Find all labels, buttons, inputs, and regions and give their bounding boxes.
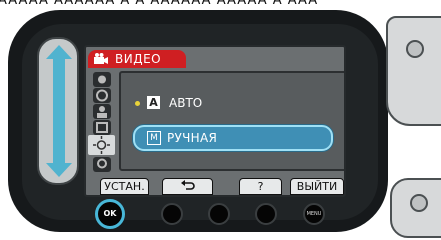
help-button[interactable]: ? (239, 178, 282, 195)
menu-item-label: АВТО (169, 96, 203, 110)
hinge-lower-plate (390, 178, 441, 238)
category-icons (86, 70, 117, 172)
scene-icon[interactable] (93, 72, 111, 87)
adjust-icon[interactable] (88, 135, 115, 155)
hardware-button-3[interactable] (208, 203, 230, 225)
back-button[interactable] (162, 178, 213, 195)
hardware-button-4[interactable] (255, 203, 277, 225)
menu-item-manual[interactable]: M РУЧНАЯ (133, 125, 333, 151)
soft-key-bar: УСТАН. ? ВЫЙТИ (86, 178, 344, 195)
return-arrow-icon (180, 180, 195, 190)
ok-button-label: OK (103, 209, 117, 218)
menu-item-auto[interactable]: A АВТО (135, 95, 315, 113)
mode-label: ВИДЕО (115, 52, 162, 66)
menu-button-label: MENU (306, 211, 322, 217)
manual-badge-icon: M (147, 131, 161, 145)
lcd-screen: ВИДЕО A АВТО M РУЧНАЯ УСТАН. ? ВЫЙТИ (84, 45, 346, 197)
hinge-upper-plate (386, 16, 441, 126)
hardware-button-2[interactable] (161, 203, 183, 225)
ok-button[interactable]: OK (95, 199, 125, 229)
person-icon[interactable] (93, 104, 111, 119)
filter-icon[interactable] (93, 157, 111, 172)
slider-track[interactable] (53, 53, 65, 171)
option-menu: A АВТО M РУЧНАЯ (119, 71, 344, 171)
screen-hinge (386, 0, 441, 240)
screw-icon (410, 194, 428, 212)
hardware-button-row: OK MENU (95, 198, 325, 229)
slider-down-arrow-icon[interactable] (46, 163, 72, 177)
current-setting-dot-icon (135, 101, 140, 106)
exposure-icon[interactable] (93, 88, 111, 103)
menu-item-label: РУЧНАЯ (167, 131, 218, 145)
touch-slider[interactable] (37, 37, 79, 185)
set-button[interactable]: УСТАН. (100, 178, 149, 195)
white-balance-icon[interactable] (93, 120, 111, 135)
video-camera-icon (94, 53, 108, 64)
menu-button[interactable]: MENU (303, 203, 325, 225)
screw-icon (406, 40, 424, 58)
mode-tab: ВИДЕО (88, 50, 186, 68)
exit-button[interactable]: ВЫЙТИ (290, 178, 344, 195)
auto-badge-icon: A (147, 96, 160, 109)
